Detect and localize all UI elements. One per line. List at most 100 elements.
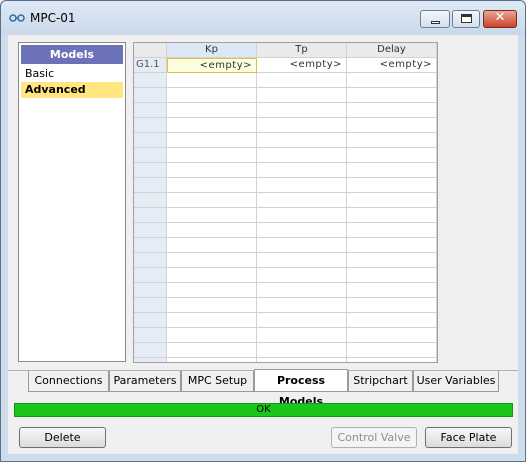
tab-user-variables[interactable]: User Variables (413, 371, 499, 392)
grid-cell[interactable] (347, 208, 437, 223)
grid-cell[interactable] (257, 358, 347, 362)
window: MPC-01 ✕ Models Basic Advanced Kp Tp Delay… (0, 0, 526, 462)
tab-process-models[interactable]: Process Models (254, 369, 348, 408)
title-bar[interactable]: MPC-01 ✕ (1, 1, 525, 35)
grid-cell[interactable] (347, 343, 437, 358)
grid-cell[interactable] (347, 358, 437, 362)
tab-connections[interactable]: Connections (28, 371, 109, 392)
grid-cell[interactable] (257, 253, 347, 268)
grid-cell[interactable] (167, 253, 257, 268)
grid-cell[interactable] (167, 73, 257, 88)
window-title: MPC-01 (30, 11, 76, 25)
grid-cell[interactable] (167, 328, 257, 343)
grid-cell[interactable] (257, 73, 347, 88)
grid-cell[interactable] (257, 208, 347, 223)
grid-cell[interactable] (347, 133, 437, 148)
grid-cell[interactable] (347, 118, 437, 133)
grid-cell[interactable] (347, 253, 437, 268)
model-item-basic[interactable]: Basic (21, 66, 123, 82)
grid-cell[interactable] (167, 193, 257, 208)
grid-cell[interactable] (167, 88, 257, 103)
grid-cell[interactable] (347, 238, 437, 253)
grid-cell[interactable] (257, 88, 347, 103)
grid-cell[interactable] (347, 313, 437, 328)
table-row (134, 223, 437, 238)
grid-cell[interactable] (347, 223, 437, 238)
grid-cell[interactable] (257, 133, 347, 148)
table-row (134, 313, 437, 328)
model-item-advanced[interactable]: Advanced (21, 82, 123, 98)
maximize-button[interactable] (452, 10, 480, 28)
grid-cell[interactable] (257, 268, 347, 283)
table-row (134, 88, 437, 103)
grid-cell[interactable] (347, 298, 437, 313)
grid-cell[interactable] (347, 328, 437, 343)
delete-button[interactable]: Delete (19, 427, 106, 448)
row-header (134, 283, 167, 298)
status-bar: OK (14, 403, 513, 417)
grid-cell[interactable] (257, 103, 347, 118)
table-row (134, 163, 437, 178)
grid-cell[interactable] (167, 238, 257, 253)
row-header (134, 313, 167, 328)
grid-cell[interactable] (167, 118, 257, 133)
table-row (134, 298, 437, 313)
grid-cell[interactable] (167, 178, 257, 193)
grid-cell[interactable] (347, 103, 437, 118)
grid-cell[interactable] (167, 103, 257, 118)
close-button[interactable]: ✕ (483, 10, 517, 28)
face-plate-button[interactable]: Face Plate (425, 427, 512, 448)
grid-cell[interactable] (167, 148, 257, 163)
grid-cell[interactable] (167, 298, 257, 313)
grid-cell[interactable] (347, 73, 437, 88)
row-header (134, 208, 167, 223)
grid-cell[interactable] (167, 133, 257, 148)
grid-cell[interactable] (257, 238, 347, 253)
grid-cell[interactable] (167, 268, 257, 283)
tab-parameters[interactable]: Parameters (109, 371, 181, 392)
row-header (134, 253, 167, 268)
models-panel: Models Basic Advanced (18, 42, 126, 362)
grid-cell[interactable] (167, 343, 257, 358)
grid-cell[interactable] (257, 148, 347, 163)
control-valve-button[interactable]: Control Valve (331, 427, 417, 448)
grid-cell[interactable] (257, 313, 347, 328)
grid-cell[interactable] (167, 223, 257, 238)
grid-cell[interactable] (347, 163, 437, 178)
tab-strip: Connections Parameters MPC Setup Process… (8, 369, 518, 408)
column-header[interactable]: Kp (167, 43, 257, 58)
column-header[interactable]: Delay (347, 43, 437, 58)
process-model-grid: Kp Tp Delay G1.1 <empty> <empty> <empty> (133, 42, 438, 363)
grid-cell[interactable] (167, 283, 257, 298)
grid-cell[interactable] (347, 283, 437, 298)
table-row (134, 283, 437, 298)
grid-cell[interactable] (347, 178, 437, 193)
grid-cell[interactable]: <empty> (167, 58, 257, 73)
grid-cell[interactable] (257, 283, 347, 298)
grid-cell[interactable] (257, 193, 347, 208)
table-row (134, 238, 437, 253)
tab-mpc-setup[interactable]: MPC Setup (181, 371, 254, 392)
grid-cell[interactable] (257, 118, 347, 133)
grid-cell[interactable] (167, 208, 257, 223)
minimize-button[interactable] (420, 10, 450, 28)
grid-cell[interactable] (347, 193, 437, 208)
grid-cell[interactable] (257, 163, 347, 178)
column-header[interactable]: Tp (257, 43, 347, 58)
grid-cell[interactable] (257, 178, 347, 193)
grid-cell[interactable] (257, 223, 347, 238)
grid-cell[interactable] (257, 298, 347, 313)
grid-cell[interactable] (167, 313, 257, 328)
grid-cell[interactable] (167, 163, 257, 178)
grid-cell[interactable] (257, 328, 347, 343)
tab-stripchart[interactable]: Stripchart (348, 371, 413, 392)
grid-cell[interactable]: <empty> (257, 58, 347, 73)
grid-cell[interactable]: <empty> (347, 58, 437, 73)
row-header (134, 178, 167, 193)
grid-cell[interactable] (257, 343, 347, 358)
row-header (134, 163, 167, 178)
grid-cell[interactable] (347, 88, 437, 103)
grid-cell[interactable] (167, 358, 257, 362)
grid-cell[interactable] (347, 268, 437, 283)
grid-cell[interactable] (347, 148, 437, 163)
